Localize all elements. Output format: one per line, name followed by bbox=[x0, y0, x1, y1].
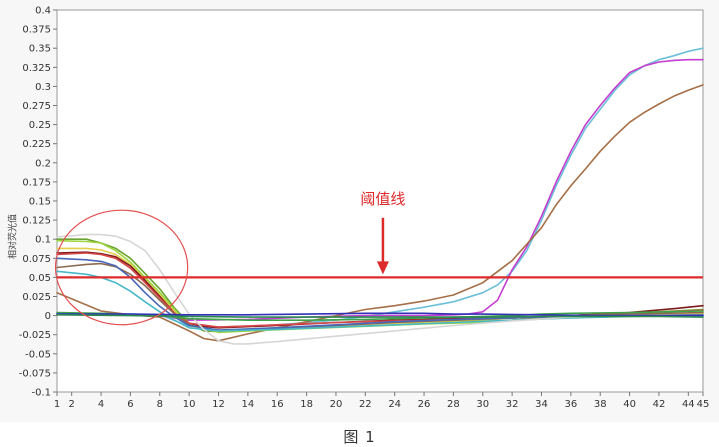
y-tick-label-5: 0.275 bbox=[22, 101, 51, 112]
y-tick-label-19: -0.075 bbox=[19, 368, 51, 379]
y-tick-label-16: 0 bbox=[45, 311, 51, 322]
y-tick-label-14: 0.05 bbox=[29, 273, 51, 284]
x-tick-label-7: 14 bbox=[241, 399, 254, 410]
x-tick-label-21: 42 bbox=[653, 399, 666, 410]
x-tick-label-3: 6 bbox=[127, 399, 133, 410]
x-tick-label-1: 2 bbox=[68, 399, 74, 410]
y-axis-label: 相对荧光值 bbox=[8, 214, 19, 260]
y-tick-label-15: 0.025 bbox=[22, 292, 51, 303]
x-tick-label-12: 24 bbox=[388, 399, 401, 410]
y-tick-label-10: 0.15 bbox=[29, 197, 51, 208]
x-tick-label-22: 44 bbox=[682, 399, 695, 410]
y-tick-label-11: 0.125 bbox=[22, 216, 51, 227]
x-tick-label-10: 20 bbox=[330, 399, 343, 410]
y-tick-label-12: 0.1 bbox=[35, 235, 51, 246]
y-tick-label-18: -0.05 bbox=[25, 349, 51, 360]
x-tick-label-4: 8 bbox=[157, 399, 163, 410]
y-tick-label-17: -0.025 bbox=[19, 330, 51, 341]
x-tick-label-14: 28 bbox=[447, 399, 460, 410]
x-tick-label-20: 40 bbox=[623, 399, 636, 410]
figure-caption: 图 1 bbox=[343, 428, 376, 446]
chart: 阈值线 0.4 0.375 0.35 0.325 0.3 0.275 0.25 0.225 0.… bbox=[0, 0, 719, 422]
x-tick-label-0: 1 bbox=[54, 399, 60, 410]
x-tick-label-15: 30 bbox=[476, 399, 489, 410]
x-tick-label-5: 10 bbox=[183, 399, 196, 410]
x-tick-label-2: 4 bbox=[98, 399, 104, 410]
y-tick-label-4: 0.3 bbox=[35, 82, 51, 93]
y-tick-label-8: 0.2 bbox=[35, 158, 51, 169]
y-tick-label-0: 0.4 bbox=[35, 6, 51, 17]
x-tick-label-16: 32 bbox=[506, 399, 519, 410]
y-tick-label-6: 0.25 bbox=[29, 120, 51, 131]
y-tick-label-13: 0.075 bbox=[22, 254, 51, 265]
y-tick-label-7: 0.225 bbox=[22, 139, 51, 150]
x-tick-label-17: 34 bbox=[535, 399, 548, 410]
x-tick-label-8: 16 bbox=[271, 399, 284, 410]
y-tick-label-3: 0.325 bbox=[22, 63, 51, 74]
threshold-label: 阈值线 bbox=[360, 190, 405, 208]
x-tick-label-23: 45 bbox=[697, 399, 710, 410]
x-tick-label-13: 26 bbox=[418, 399, 431, 410]
x-tick-label-9: 18 bbox=[300, 399, 313, 410]
x-tick-label-6: 12 bbox=[212, 399, 225, 410]
x-tick-label-19: 38 bbox=[594, 399, 607, 410]
y-tick-label-9: 0.175 bbox=[22, 177, 51, 188]
y-tick-label-1: 0.375 bbox=[22, 25, 51, 36]
x-tick-label-11: 22 bbox=[359, 399, 372, 410]
y-tick-label-2: 0.35 bbox=[29, 44, 51, 55]
x-tick-label-18: 36 bbox=[564, 399, 577, 410]
y-tick-label-20: -0.1 bbox=[31, 388, 51, 399]
